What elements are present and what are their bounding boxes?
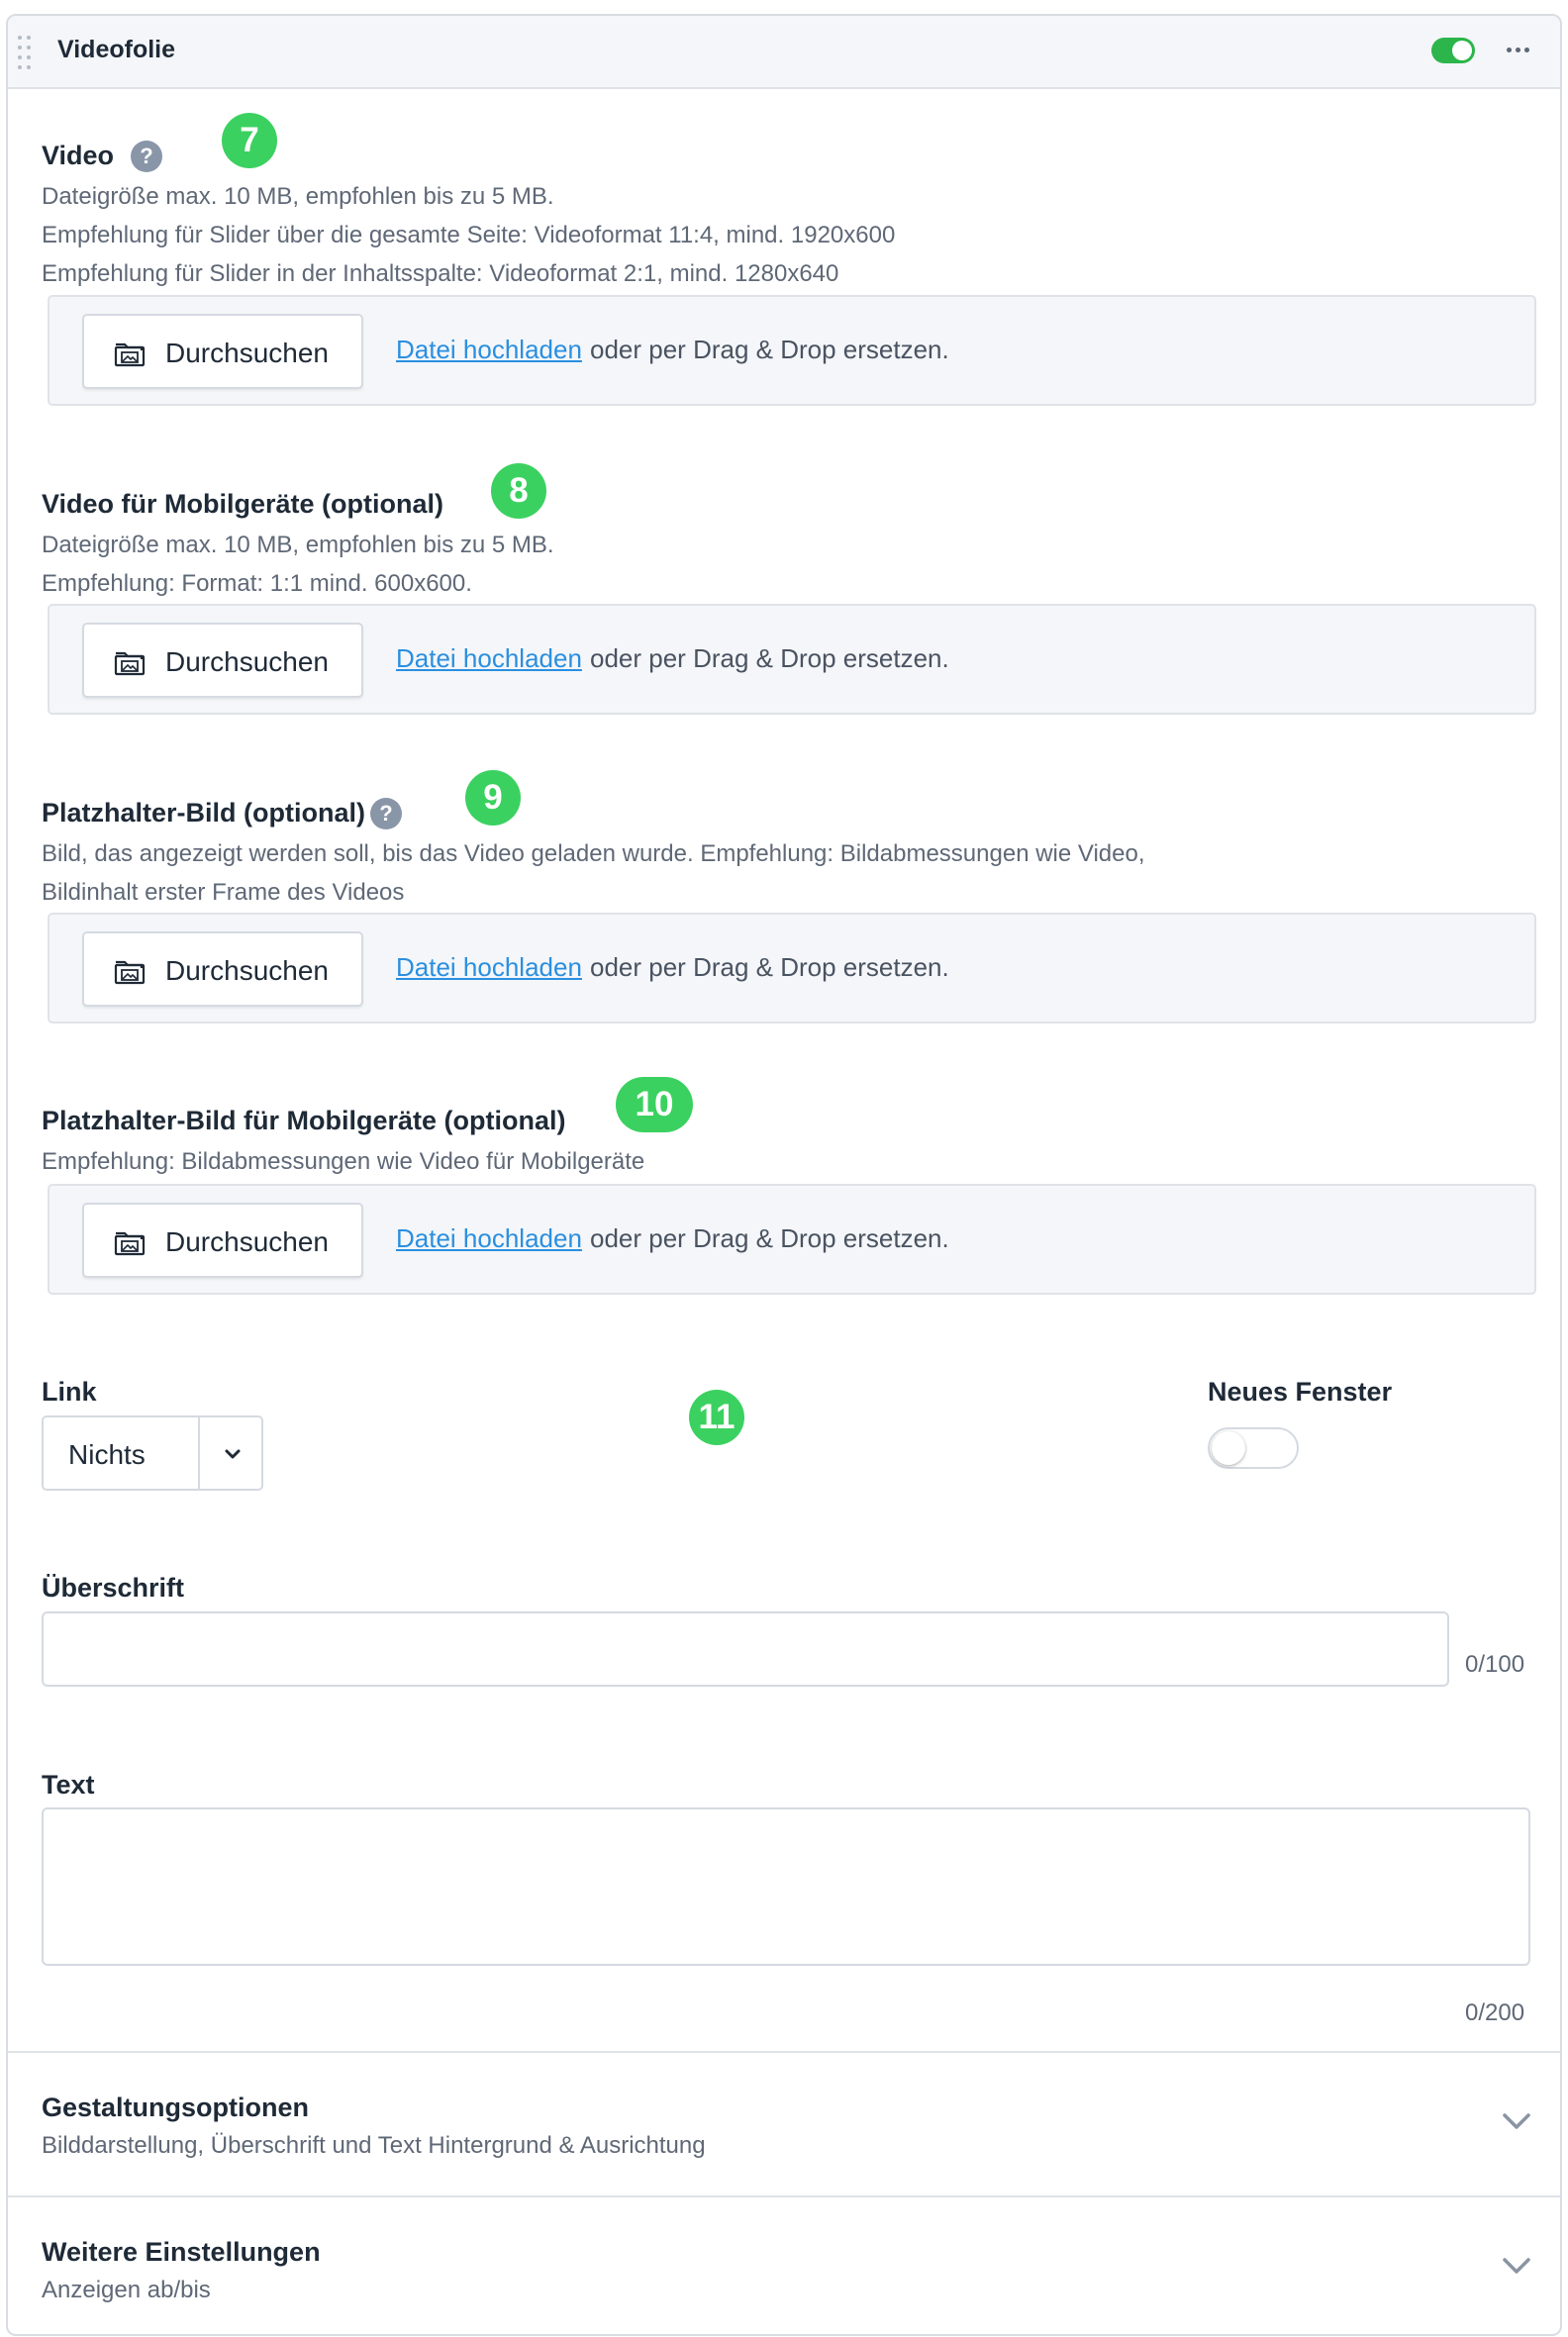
help-icon[interactable]: ?	[370, 798, 402, 829]
drag-handle-icon[interactable]	[18, 36, 32, 71]
link-label: Link	[42, 1377, 97, 1407]
panel-enabled-toggle[interactable]	[1431, 38, 1475, 63]
step-badge-8: 8	[491, 463, 546, 519]
folder-image-icon	[114, 342, 146, 367]
folder-image-icon	[114, 960, 146, 985]
heading-char-counter: 0/100	[1465, 1651, 1525, 1678]
link-select[interactable]: Nichts	[42, 1415, 263, 1491]
upload-hint: oder per Drag & Drop ersetzen.	[590, 952, 949, 982]
toggle-knob	[1452, 41, 1472, 60]
upload-file-link[interactable]: Datei hochladen	[396, 1223, 582, 1254]
upload-file-link[interactable]: Datei hochladen	[396, 335, 582, 365]
desc-line: Empfehlung: Format: 1:1 mind. 600x600.	[42, 570, 472, 597]
folder-image-icon	[114, 1231, 146, 1256]
upload-hint: oder per Drag & Drop ersetzen.	[590, 335, 949, 364]
placeholder-image-upload-zone[interactable]: Durchsuchen Datei hochladen oder per Dra…	[48, 913, 1536, 1023]
text-area[interactable]	[42, 1807, 1530, 1966]
panel-header: Videofolie	[8, 16, 1560, 89]
heading-input[interactable]	[42, 1611, 1449, 1687]
desc-line: Empfehlung für Slider in der Inhaltsspal…	[42, 260, 839, 287]
text-label: Text	[42, 1770, 95, 1800]
step-badge-11: 11	[689, 1390, 744, 1445]
browse-button[interactable]: Durchsuchen	[82, 1203, 363, 1278]
videofolie-panel: Videofolie Video ? 7 Dateigröße max. 10 …	[6, 14, 1562, 2336]
video-mobile-label: Video für Mobilgeräte (optional)	[42, 489, 444, 519]
video-mobile-description: Dateigröße max. 10 MB, empfohlen bis zu …	[42, 526, 554, 603]
step-badge-9: 9	[465, 770, 521, 826]
browse-button[interactable]: Durchsuchen	[82, 314, 363, 389]
new-window-label: Neues Fenster	[1208, 1377, 1393, 1407]
link-select-value: Nichts	[68, 1439, 146, 1470]
placeholder-mobile-description: Empfehlung: Bildabmessungen wie Video fü…	[42, 1142, 644, 1181]
desc-line: Bildinhalt erster Frame des Videos	[42, 879, 405, 906]
section-title: Gestaltungsoptionen	[42, 2093, 309, 2122]
upload-hint: oder per Drag & Drop ersetzen.	[590, 1223, 949, 1253]
desc-line: Dateigröße max. 10 MB, empfohlen bis zu …	[42, 532, 554, 558]
browse-label: Durchsuchen	[165, 646, 329, 677]
desc-line: Empfehlung für Slider über die gesamte S…	[42, 222, 896, 248]
section-subtitle: Anzeigen ab/bis	[42, 2277, 211, 2303]
upload-hint: oder per Drag & Drop ersetzen.	[590, 643, 949, 673]
select-divider	[198, 1417, 200, 1489]
section-weitere-einstellungen[interactable]: Weitere Einstellungen Anzeigen ab/bis	[8, 2195, 1560, 2334]
video-label: Video	[42, 141, 115, 170]
upload-file-link[interactable]: Datei hochladen	[396, 643, 582, 674]
video-description: Dateigröße max. 10 MB, empfohlen bis zu …	[42, 177, 895, 293]
step-badge-7: 7	[222, 113, 277, 168]
toggle-knob	[1212, 1431, 1245, 1465]
desc-line: Empfehlung: Bildabmessungen wie Video fü…	[42, 1148, 645, 1175]
step-badge-10: 10	[616, 1077, 693, 1132]
section-title: Weitere Einstellungen	[42, 2237, 321, 2267]
placeholder-mobile-label: Platzhalter-Bild für Mobilgeräte (option…	[42, 1106, 566, 1135]
placeholder-mobile-upload-zone[interactable]: Durchsuchen Datei hochladen oder per Dra…	[48, 1184, 1536, 1295]
panel-title: Videofolie	[57, 36, 176, 63]
more-options-icon[interactable]	[1503, 42, 1532, 57]
help-icon[interactable]: ?	[131, 141, 162, 172]
desc-line: Bild, das angezeigt werden soll, bis das…	[42, 840, 1145, 867]
browse-label: Durchsuchen	[165, 1226, 329, 1257]
folder-image-icon	[114, 651, 146, 676]
new-window-toggle[interactable]	[1208, 1427, 1299, 1469]
text-char-counter: 0/200	[1465, 1999, 1525, 2026]
section-subtitle: Bilddarstellung, Überschrift und Text Hi…	[42, 2132, 706, 2159]
browse-label: Durchsuchen	[165, 338, 329, 368]
placeholder-image-description: Bild, das angezeigt werden soll, bis das…	[42, 834, 1145, 912]
chevron-down-icon	[225, 1449, 241, 1459]
video-mobile-upload-zone[interactable]: Durchsuchen Datei hochladen oder per Dra…	[48, 604, 1536, 715]
video-upload-zone[interactable]: Durchsuchen Datei hochladen oder per Dra…	[48, 295, 1536, 406]
chevron-down-icon[interactable]	[1501, 2255, 1532, 2277]
section-gestaltungsoptionen[interactable]: Gestaltungsoptionen Bilddarstellung, Übe…	[8, 2051, 1560, 2195]
browse-label: Durchsuchen	[165, 955, 329, 986]
placeholder-image-label: Platzhalter-Bild (optional)	[42, 798, 365, 828]
upload-file-link[interactable]: Datei hochladen	[396, 952, 582, 983]
browse-button[interactable]: Durchsuchen	[82, 931, 363, 1007]
browse-button[interactable]: Durchsuchen	[82, 623, 363, 698]
heading-label: Überschrift	[42, 1573, 185, 1603]
chevron-down-icon[interactable]	[1501, 2110, 1532, 2132]
desc-line: Dateigröße max. 10 MB, empfohlen bis zu …	[42, 183, 554, 210]
